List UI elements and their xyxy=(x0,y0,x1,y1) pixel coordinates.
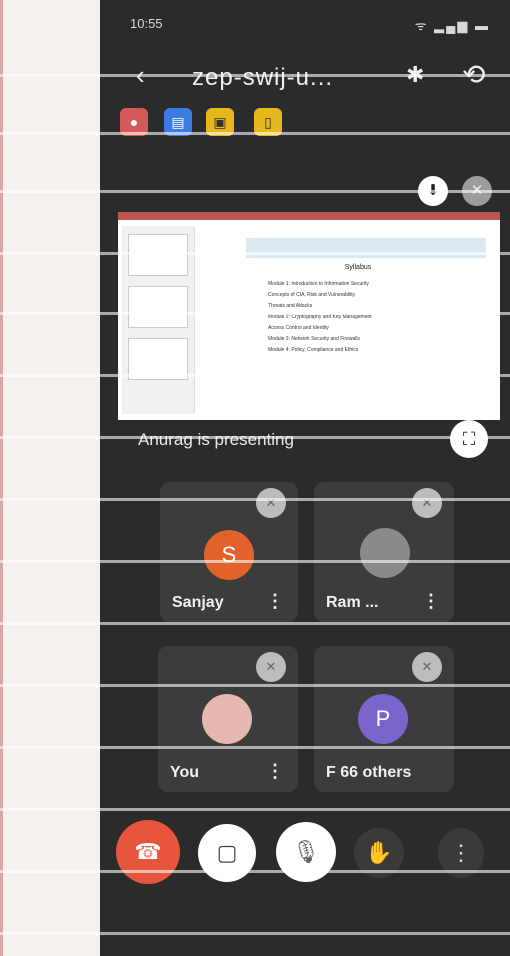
page-thumbnail xyxy=(128,234,188,276)
doc-line: Module 3: Network Security and Firewalls xyxy=(268,336,360,342)
doc-title-bar xyxy=(118,212,500,220)
participant-name: F 66 others xyxy=(326,764,412,781)
more-vertical-icon[interactable]: ⋮ xyxy=(422,591,440,612)
doc-page: Syllabus Module 1: Introduction to Infor… xyxy=(268,264,448,414)
doc-ribbon xyxy=(246,238,486,258)
avatar xyxy=(360,528,410,578)
status-bar: 10:55 ᯤ ▂▄▆ ▬ xyxy=(100,14,510,38)
mic-off-icon[interactable]: 🎙 xyxy=(276,822,336,882)
status-icons: ᯤ ▂▄▆ ▬ xyxy=(414,18,490,33)
glare-line xyxy=(0,870,510,873)
meeting-code[interactable]: zep-swij-u... xyxy=(192,64,333,92)
glare-line xyxy=(0,808,510,811)
participant-tile[interactable]: ✕ Ram ... ⋮ xyxy=(314,482,454,622)
page-thumbnail xyxy=(128,286,188,328)
doc-line: Threats and Attacks xyxy=(268,303,313,309)
fullscreen-icon[interactable]: ⛶ xyxy=(450,420,488,458)
doc-line: Concepts of CIA, Risk and Vulnerability xyxy=(268,292,356,298)
avatar xyxy=(202,694,252,744)
doc-line: Module 1: Introduction to Information Se… xyxy=(268,281,369,287)
phone-screen: 10:55 ᯤ ▂▄▆ ▬ ‹ zep-swij-u... ✱ ⟲ ● ▤ ▣ … xyxy=(100,0,510,956)
more-vertical-icon[interactable]: ⋮ xyxy=(266,761,284,782)
presenting-label: Anurag is presenting xyxy=(138,430,294,449)
participant-name: Sanjay xyxy=(172,594,224,611)
more-vertical-icon[interactable]: ⋮ xyxy=(266,591,284,612)
doc-line: Module 4: Policy, Compliance and Ethics xyxy=(268,347,359,353)
glare-line xyxy=(0,190,510,193)
glare-line xyxy=(0,374,510,377)
participant-name: Ram ... xyxy=(326,594,379,611)
avatar: P xyxy=(358,694,408,744)
glare-line xyxy=(0,684,510,687)
doc-heading: Syllabus xyxy=(344,264,372,271)
glare-line xyxy=(0,746,510,749)
glare-line xyxy=(0,560,510,563)
participant-tile[interactable]: ✕ You ⋮ xyxy=(158,646,298,792)
doc-line: Access Control and Identity xyxy=(268,325,329,331)
call-controls: ☎ ▢ 🎙 ✋ ⋮ xyxy=(100,818,510,890)
shared-screen[interactable]: Syllabus Module 1: Introduction to Infor… xyxy=(118,212,500,420)
mic-muted-icon: ✕ xyxy=(412,488,442,518)
glare-line xyxy=(0,436,510,439)
participant-name: You xyxy=(170,764,200,781)
end-call-icon[interactable]: ☎ xyxy=(116,820,180,884)
desk-surface xyxy=(0,0,103,956)
status-time: 10:55 xyxy=(130,16,163,31)
participant-tile[interactable]: ✕ S Sanjay ⋮ xyxy=(160,482,298,622)
avatar: S xyxy=(204,530,254,580)
participant-tile[interactable]: ✕ P F 66 others xyxy=(314,646,454,792)
glare-line xyxy=(0,252,510,255)
glare-line xyxy=(0,498,510,501)
mic-muted-icon: ✕ xyxy=(256,652,286,682)
mic-muted-icon: ✕ xyxy=(256,488,286,518)
glare-line xyxy=(0,932,510,935)
glare-line xyxy=(0,132,510,135)
mic-muted-icon: ✕ xyxy=(412,652,442,682)
camera-off-icon[interactable]: ▢ xyxy=(198,824,256,882)
glare-line xyxy=(0,622,510,625)
glare-line xyxy=(0,312,510,315)
glare-line xyxy=(0,74,510,77)
